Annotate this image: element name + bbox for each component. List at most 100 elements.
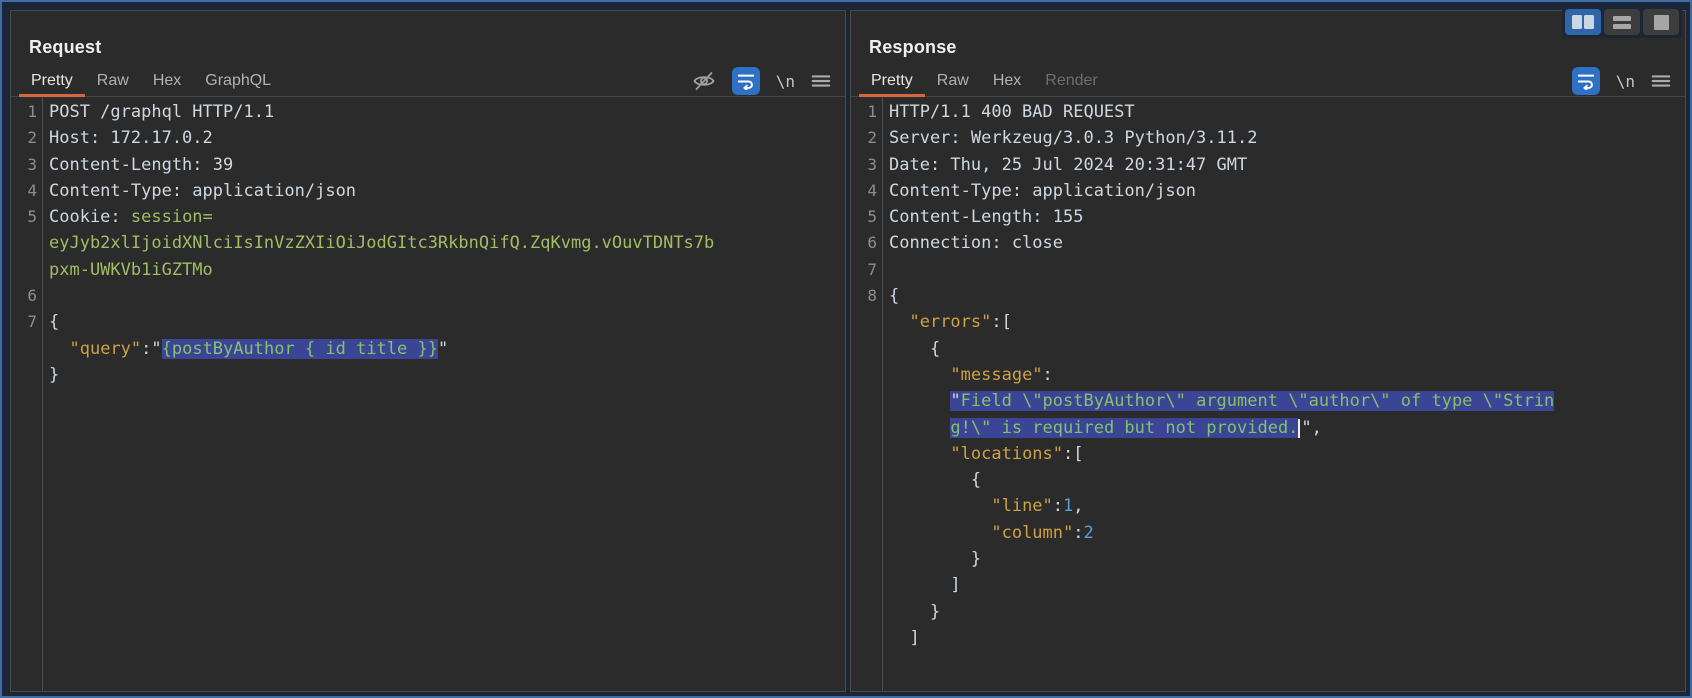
code-segment: "query" <box>69 338 142 359</box>
line-number <box>851 415 877 441</box>
line-number: 6 <box>27 286 37 306</box>
code-row[interactable]: "line":1, <box>851 493 1685 519</box>
word-wrap-icon <box>1577 74 1594 90</box>
response-editor[interactable]: 1 HTTP/1.1 400 BAD REQUEST 2 Server: Werkze… <box>851 97 1685 691</box>
line-number <box>851 625 877 651</box>
line-number: 2 <box>867 128 877 148</box>
word-wrap-button[interactable] <box>1571 67 1600 95</box>
code-text: Content-Type: application/json <box>37 178 356 204</box>
message-editor-window: Request Pretty Raw Hex GraphQL \n 1 POST… <box>0 0 1692 698</box>
code-row[interactable]: 8{ <box>851 283 1685 309</box>
split-horizontal-button[interactable] <box>1604 9 1640 35</box>
line-number <box>851 309 877 335</box>
code-row[interactable]: { <box>851 467 1685 493</box>
code-row[interactable]: ] <box>851 572 1685 598</box>
line-number: 8 <box>867 286 877 306</box>
code-row[interactable]: 3 Date: Thu, 25 Jul 2024 20:31:47 GMT <box>851 152 1685 178</box>
code-text: "Field \"postByAuthor\" argument \"autho… <box>877 388 1555 414</box>
single-pane-button[interactable] <box>1643 9 1679 35</box>
tab-response-pretty[interactable]: Pretty <box>859 65 925 97</box>
request-toolbar: \n <box>692 67 831 95</box>
line-number: 3 <box>27 154 37 174</box>
code-row[interactable]: "errors":[ <box>851 309 1685 335</box>
code-row[interactable]: "query":"{postByAuthor { id title }}" <box>11 336 845 362</box>
code-segment: : <box>1052 496 1064 517</box>
code-row[interactable]: 5 Cookie: session= <box>11 204 845 230</box>
line-number <box>851 520 877 546</box>
code-segment: {postByAuthor { id title }} <box>161 338 438 359</box>
code-segment: } <box>49 364 60 385</box>
code-row[interactable]: ] <box>851 625 1685 651</box>
code-row[interactable]: pxm-UWKVb1iGZTMo <box>11 257 845 283</box>
code-row[interactable]: } <box>851 546 1685 572</box>
code-row[interactable]: 7 <box>851 257 1685 283</box>
code-row[interactable]: "locations":[ <box>851 441 1685 467</box>
code-segment: :[ <box>1063 443 1084 464</box>
code-text: { <box>877 336 940 362</box>
code-segment: " <box>437 338 449 359</box>
code-row[interactable]: "column":2 <box>851 520 1685 546</box>
code-text: ] <box>877 625 920 651</box>
code-text: "query":"{postByAuthor { id title }}" <box>37 336 448 362</box>
code-segment: :" <box>141 338 162 359</box>
line-number <box>11 230 37 256</box>
code-segment: "errors" <box>909 312 992 333</box>
request-editor[interactable]: 1 POST /graphql HTTP/1.1 2 Host: 172.17.0.2… <box>11 97 845 691</box>
code-text: Host: 172.17.0.2 <box>37 125 213 151</box>
code-row[interactable]: 4 Content-Type: application/json <box>851 178 1685 204</box>
code-row[interactable]: { <box>851 336 1685 362</box>
code-text: g!\" is required but not provided. ", <box>877 415 1322 441</box>
tab-response-hex[interactable]: Hex <box>981 65 1033 97</box>
line-number: 4 <box>867 180 877 200</box>
code-row[interactable]: 6 <box>11 283 845 309</box>
code-row[interactable]: } <box>851 599 1685 625</box>
code-text: pxm-UWKVb1iGZTMo <box>37 257 213 283</box>
line-number: 4 <box>27 180 37 200</box>
code-segment: Server: Werkzeug/3.0.3 Python/3.11.2 <box>889 128 1258 149</box>
code-row[interactable]: 4 Content-Type: application/json <box>11 178 845 204</box>
tab-response-raw[interactable]: Raw <box>925 65 981 97</box>
code-segment: Content-Type: application/json <box>889 180 1197 201</box>
code-segment: " <box>950 391 961 412</box>
newline-toggle[interactable]: \n <box>1616 72 1635 91</box>
code-row[interactable]: 2 Host: 172.17.0.2 <box>11 125 845 151</box>
code-row[interactable]: 1 POST /graphql HTTP/1.1 <box>11 99 845 125</box>
code-row[interactable]: "Field \"postByAuthor\" argument \"autho… <box>851 388 1685 414</box>
response-pane: Response Pretty Raw Hex Render \n 1 HTTP… <box>850 10 1686 692</box>
menu-hamburger-icon[interactable] <box>811 71 831 91</box>
code-row[interactable]: 7{ <box>11 309 845 335</box>
tab-request-raw[interactable]: Raw <box>85 65 141 97</box>
word-wrap-button[interactable] <box>731 67 760 95</box>
code-row[interactable]: g!\" is required but not provided. ", <box>851 415 1685 441</box>
code-row[interactable]: 1 HTTP/1.1 400 BAD REQUEST <box>851 99 1685 125</box>
split-vertical-button[interactable] <box>1565 9 1601 35</box>
code-segment: Content-Length: 155 <box>889 207 1084 228</box>
code-text: POST /graphql HTTP/1.1 <box>37 99 274 125</box>
tab-request-graphql[interactable]: GraphQL <box>193 65 283 97</box>
menu-hamburger-icon[interactable] <box>1651 71 1671 91</box>
code-row[interactable]: eyJyb2xlIjoidXNlciIsInVzZXIiOiJodGItc3Rk… <box>11 230 845 256</box>
code-segment: "column" <box>991 522 1074 543</box>
code-row[interactable]: "message": <box>851 362 1685 388</box>
code-text: ] <box>877 572 961 598</box>
code-row[interactable]: 6 Connection: close <box>851 230 1685 256</box>
code-row[interactable]: } <box>11 362 845 388</box>
tab-request-pretty[interactable]: Pretty <box>19 65 85 97</box>
code-row[interactable]: 3 Content-Length: 39 <box>11 152 845 178</box>
code-segment: 1 <box>1063 496 1074 517</box>
split-horizontal-icon <box>1613 15 1631 29</box>
code-row[interactable]: 5 Content-Length: 155 <box>851 204 1685 230</box>
newline-toggle[interactable]: \n <box>776 72 795 91</box>
hide-eye-slash-icon[interactable] <box>692 69 716 93</box>
code-text: HTTP/1.1 400 BAD REQUEST <box>877 99 1135 125</box>
code-segment: Date: Thu, 25 Jul 2024 20:31:47 GMT <box>889 154 1248 175</box>
code-segment: ] <box>889 575 961 596</box>
code-row[interactable]: 2 Server: Werkzeug/3.0.3 Python/3.11.2 <box>851 125 1685 151</box>
code-segment: eyJyb2xlIjoidXNlciIsInVzZXIiOiJodGItc3Rk… <box>49 233 715 254</box>
code-segment: POST /graphql HTTP/1.1 <box>49 102 275 122</box>
code-segment: ] <box>889 627 920 648</box>
tab-request-hex[interactable]: Hex <box>141 65 193 97</box>
